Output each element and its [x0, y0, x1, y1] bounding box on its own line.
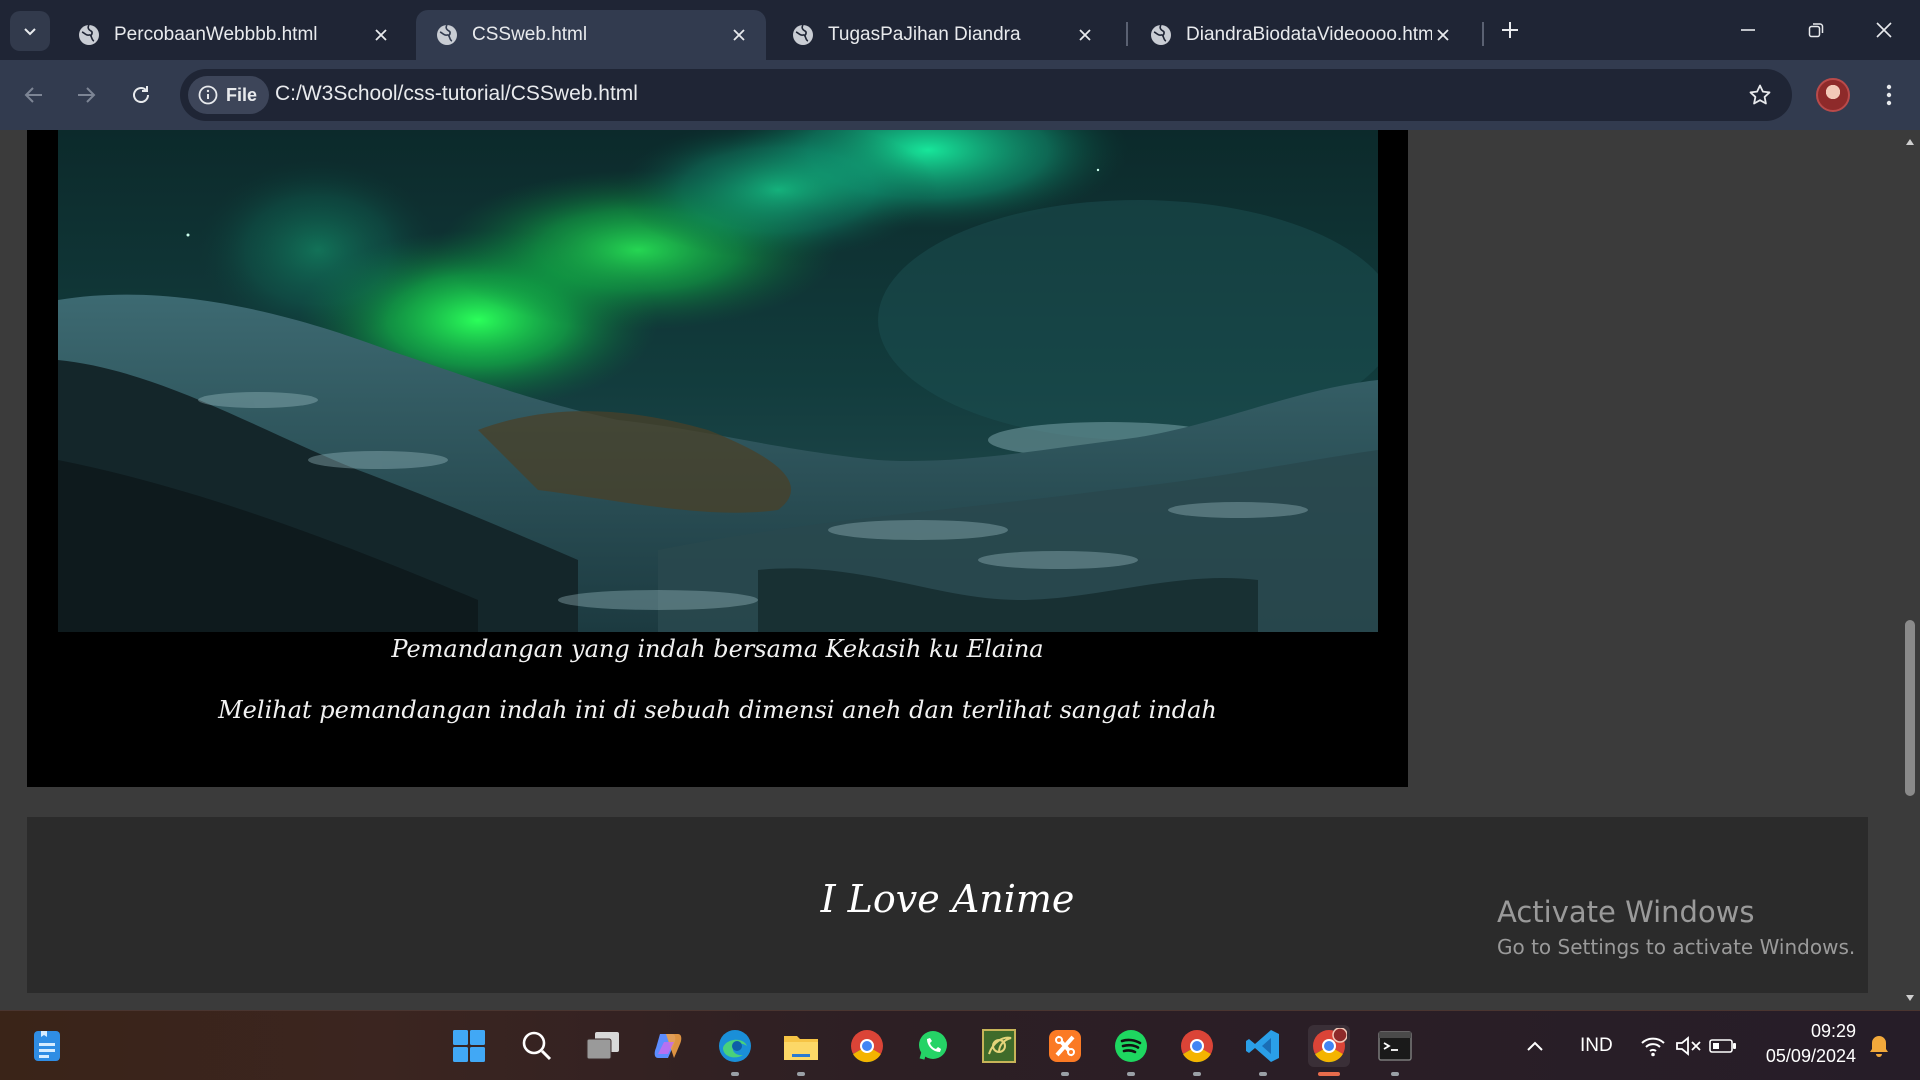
close-icon[interactable]: [1074, 24, 1096, 46]
xampp-icon[interactable]: [1044, 1025, 1086, 1067]
tab-separator: [1126, 22, 1128, 46]
minimize-icon: [1741, 29, 1755, 31]
image-caption: Pemandangan yang indah bersama Kekasih k…: [391, 635, 1044, 663]
windows-start-icon[interactable]: [448, 1025, 490, 1067]
file-explorer-icon[interactable]: [780, 1025, 822, 1067]
restore-button[interactable]: [1796, 12, 1836, 48]
tab-percobaan[interactable]: PercobaanWebbbb.html: [58, 10, 408, 60]
chevron-down-icon: [24, 28, 36, 36]
forward-button[interactable]: [66, 75, 106, 115]
whatsapp-icon[interactable]: [912, 1025, 954, 1067]
notification-bell-icon[interactable]: [1862, 1029, 1896, 1063]
chrome-icon[interactable]: [846, 1025, 888, 1067]
scrollbar-thumb[interactable]: [1905, 620, 1915, 796]
battery-icon[interactable]: [1706, 1029, 1740, 1063]
close-icon[interactable]: [370, 24, 392, 46]
watermark-subtitle: Go to Settings to activate Windows.: [1497, 935, 1856, 959]
spotify-icon[interactable]: [1110, 1025, 1152, 1067]
tab-diandra[interactable]: DiandraBiodataVideoooo.html: [1130, 10, 1470, 60]
watermark-title: Activate Windows: [1497, 895, 1755, 929]
profile-avatar[interactable]: [1816, 78, 1850, 112]
tab-cssweb[interactable]: CSSweb.html: [416, 10, 766, 60]
terminal-icon[interactable]: [1374, 1025, 1416, 1067]
scroll-up-arrow-icon[interactable]: [1904, 136, 1916, 148]
copilot-icon[interactable]: [648, 1025, 690, 1067]
arrow-left-icon: [24, 87, 42, 103]
input-language[interactable]: IND: [1580, 1035, 1613, 1057]
site-info-chip[interactable]: File: [188, 76, 270, 114]
search-icon[interactable]: [516, 1025, 558, 1067]
tab-title: CSSweb.html: [472, 24, 588, 45]
running-indicator: [1391, 1072, 1399, 1076]
tab-search-button[interactable]: [10, 11, 50, 51]
running-indicator: [1061, 1072, 1069, 1076]
globe-icon: [79, 24, 99, 45]
arrow-right-icon: [78, 87, 96, 103]
star-icon: [1749, 84, 1771, 105]
active-app-indicator: [1318, 1072, 1340, 1076]
widgets-icon[interactable]: [26, 1025, 68, 1067]
close-icon: [1876, 22, 1892, 38]
edge-icon[interactable]: [714, 1025, 756, 1067]
new-tab-button[interactable]: [1494, 14, 1526, 46]
page-viewport: Pemandangan yang indah bersama Kekasih k…: [0, 130, 1900, 1010]
running-indicator: [731, 1072, 739, 1076]
windows-taskbar: IND 09:29 05/09/2024: [0, 1010, 1920, 1080]
image-description: Melihat pemandangan indah ini di sebuah …: [218, 696, 1217, 724]
reload-button[interactable]: [121, 75, 161, 115]
browser-toolbar: File C:/W3School/css-tutorial/CSSweb.htm…: [0, 60, 1920, 130]
back-button[interactable]: [14, 75, 54, 115]
globe-icon: [793, 24, 813, 45]
chrome-profile-icon[interactable]: [1308, 1025, 1350, 1067]
app-green-icon[interactable]: [978, 1025, 1020, 1067]
close-icon[interactable]: [728, 24, 750, 46]
address-bar[interactable]: File C:/W3School/css-tutorial/CSSweb.htm…: [180, 69, 1792, 121]
running-indicator: [1127, 1072, 1135, 1076]
chevron-up-icon: [1527, 1041, 1543, 1051]
vscode-icon[interactable]: [1242, 1025, 1284, 1067]
site-chip-label: File: [226, 84, 258, 105]
scroll-down-arrow-icon[interactable]: [1904, 992, 1916, 1004]
globe-icon: [437, 24, 457, 45]
running-indicator: [1259, 1072, 1267, 1076]
tab-tugas[interactable]: TugasPaJihan Diandra: [772, 10, 1112, 60]
running-indicator: [1193, 1072, 1201, 1076]
vertical-scrollbar[interactable]: [1900, 130, 1920, 1010]
tab-separator: [1482, 22, 1484, 46]
tab-title: PercobaanWebbbb.html: [114, 24, 318, 45]
info-icon: [198, 85, 218, 105]
tab-title: TugasPaJihan Diandra: [828, 24, 1021, 45]
close-window-button[interactable]: [1864, 12, 1904, 48]
volume-muted-icon[interactable]: [1672, 1029, 1706, 1063]
close-icon[interactable]: [1432, 24, 1454, 46]
reload-icon: [133, 86, 149, 103]
wifi-icon[interactable]: [1636, 1029, 1670, 1063]
chrome-icon[interactable]: [1176, 1025, 1218, 1067]
restore-icon: [1808, 23, 1824, 38]
tab-strip: PercobaanWebbbb.html CSSweb.html TugasPa…: [0, 0, 1920, 60]
aurora-landscape-image: [58, 130, 1378, 632]
browser-menu-button[interactable]: [1874, 75, 1904, 115]
more-vert-icon: [1886, 84, 1892, 106]
clock-date[interactable]: 05/09/2024: [1756, 1046, 1856, 1067]
activate-windows-watermark: Activate Windows Go to Settings to activ…: [1497, 895, 1855, 959]
plus-icon: [1502, 22, 1518, 38]
globe-icon: [1151, 24, 1171, 45]
minimize-button[interactable]: [1728, 12, 1768, 48]
url-text[interactable]: C:/W3School/css-tutorial/CSSweb.html: [275, 82, 638, 106]
bookmark-button[interactable]: [1746, 81, 1774, 109]
clock-time[interactable]: 09:29: [1810, 1021, 1856, 1042]
task-view-icon[interactable]: [582, 1025, 624, 1067]
tab-title: DiandraBiodataVideoooo.html: [1186, 24, 1432, 45]
show-hidden-icons-button[interactable]: [1518, 1029, 1552, 1063]
running-indicator: [797, 1072, 805, 1076]
